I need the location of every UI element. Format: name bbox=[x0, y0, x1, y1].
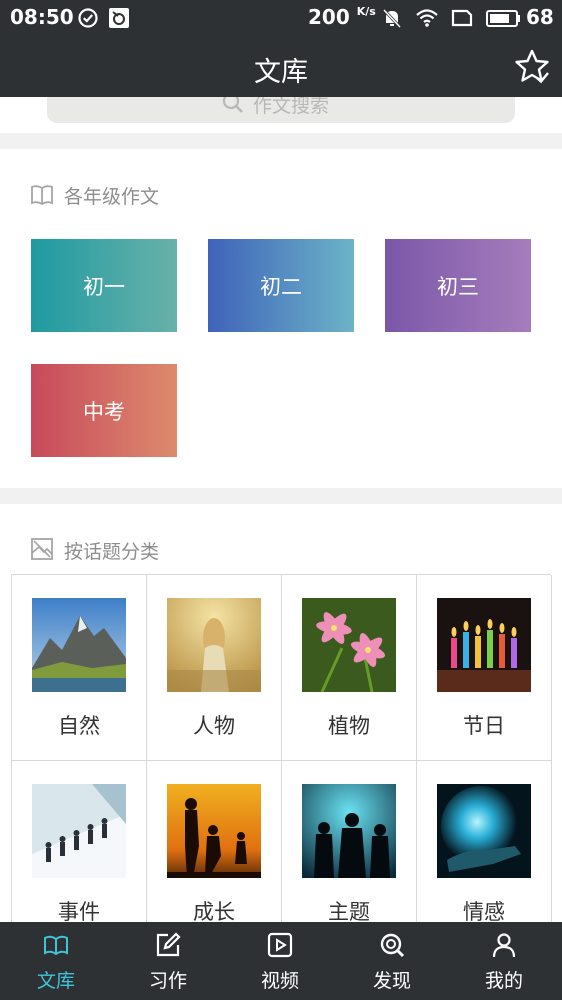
network-speed: 200 K/s bbox=[308, 5, 376, 29]
search-area: 作文搜索 bbox=[0, 97, 562, 133]
topic-label: 植物 bbox=[328, 714, 370, 738]
discover-icon bbox=[380, 933, 405, 958]
nature-mountain-image bbox=[32, 598, 126, 692]
battery-icon bbox=[486, 10, 520, 27]
battery-level: 68 bbox=[526, 5, 554, 29]
tab-label: 发现 bbox=[372, 970, 411, 992]
search-icon bbox=[222, 97, 243, 113]
tab-library[interactable]: 文库 bbox=[0, 922, 112, 1000]
plants-lily-image bbox=[302, 598, 396, 692]
topic-section-label: 按话题分类 bbox=[64, 541, 160, 563]
topic-label: 人物 bbox=[193, 714, 235, 738]
grade-tile-label: 初一 bbox=[83, 274, 125, 299]
tab-label: 文库 bbox=[36, 970, 75, 992]
search-placeholder: 作文搜索 bbox=[253, 97, 330, 117]
open-book-icon bbox=[31, 185, 53, 206]
topic-grid: 自然 人物 植物 节日 事件 成长 主题 情感 bbox=[11, 574, 552, 947]
theme-band-image bbox=[302, 784, 396, 878]
network-speed-unit: K/s bbox=[356, 5, 376, 18]
sim-card-icon bbox=[451, 9, 473, 27]
tab-label: 习作 bbox=[148, 970, 187, 992]
topic-label: 节日 bbox=[463, 714, 505, 738]
video-icon bbox=[267, 932, 293, 958]
festival-candles-image bbox=[437, 598, 531, 692]
topic-emotion[interactable]: 情感 bbox=[417, 761, 552, 947]
picture-icon bbox=[31, 538, 53, 560]
star-check-icon[interactable] bbox=[513, 48, 551, 86]
tab-writing[interactable]: 习作 bbox=[112, 922, 224, 1000]
tab-label: 我的 bbox=[484, 970, 523, 992]
app-header: 文库 bbox=[0, 36, 562, 97]
topic-event[interactable]: 事件 bbox=[12, 761, 147, 947]
app-notification-icon bbox=[109, 8, 129, 28]
check-circle-icon bbox=[78, 8, 98, 28]
event-climbers-image bbox=[32, 784, 126, 878]
topic-nature[interactable]: 自然 bbox=[12, 575, 147, 761]
bottom-tab-bar: 文库 习作 视频 发现 我的 bbox=[0, 922, 562, 1000]
topic-theme[interactable]: 主题 bbox=[282, 761, 417, 947]
growth-family-image bbox=[167, 784, 261, 878]
status-time: 08:50 bbox=[10, 5, 74, 29]
grade-tile-label: 初三 bbox=[437, 274, 479, 299]
tab-profile[interactable]: 我的 bbox=[448, 922, 560, 1000]
book-icon bbox=[44, 935, 68, 956]
search-input[interactable]: 作文搜索 bbox=[47, 97, 515, 123]
grade-tile-label: 中考 bbox=[83, 399, 125, 424]
topic-people[interactable]: 人物 bbox=[147, 575, 282, 761]
grade-tile-1[interactable]: 初一 bbox=[31, 239, 177, 332]
topic-growth[interactable]: 成长 bbox=[147, 761, 282, 947]
status-bar: 08:50 200 K/s 68 bbox=[0, 0, 562, 36]
wifi-icon bbox=[416, 9, 438, 27]
grade-tile-3[interactable]: 初三 bbox=[385, 239, 531, 332]
person-icon bbox=[492, 933, 516, 958]
network-speed-value: 200 bbox=[308, 5, 350, 29]
edit-icon bbox=[156, 932, 181, 957]
grade-tile-exam[interactable]: 中考 bbox=[31, 364, 177, 457]
grade-section-label: 各年级作文 bbox=[64, 186, 160, 208]
section-divider bbox=[0, 488, 562, 504]
tab-discover[interactable]: 发现 bbox=[336, 922, 448, 1000]
tab-video[interactable]: 视频 bbox=[224, 922, 336, 1000]
topic-festival[interactable]: 节日 bbox=[417, 575, 552, 761]
grade-tile-label: 初二 bbox=[260, 274, 302, 299]
grade-tile-2[interactable]: 初二 bbox=[208, 239, 354, 332]
topic-plants[interactable]: 植物 bbox=[282, 575, 417, 761]
section-divider bbox=[0, 133, 562, 149]
topic-label: 自然 bbox=[58, 714, 100, 738]
tab-label: 视频 bbox=[260, 970, 299, 992]
people-girl-image bbox=[167, 598, 261, 692]
mute-bell-icon bbox=[382, 8, 402, 29]
page-title: 文库 bbox=[254, 57, 308, 88]
emotion-glowing-hand-image bbox=[437, 784, 531, 878]
